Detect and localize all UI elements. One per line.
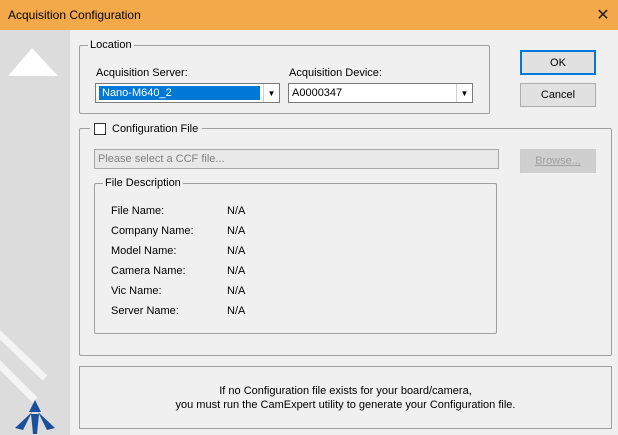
- chevron-down-icon[interactable]: ▼: [263, 84, 279, 102]
- camera-name-label: Camera Name:: [111, 265, 186, 277]
- model-name-value: N/A: [227, 245, 246, 257]
- location-legend: Location: [88, 38, 134, 52]
- file-description-legend: File Description: [103, 176, 183, 190]
- company-name-value: N/A: [227, 225, 246, 237]
- browse-button: Browse...: [520, 149, 596, 173]
- file-name-value: N/A: [227, 205, 246, 217]
- info-line-2: you must run the CamExpert utility to ge…: [175, 398, 516, 411]
- configuration-file-toggle[interactable]: Configuration File: [90, 122, 203, 136]
- vic-name-value: N/A: [227, 285, 246, 297]
- model-name-label: Model Name:: [111, 245, 177, 257]
- acquisition-server-select[interactable]: Nano-M640_2 ▼: [95, 83, 280, 103]
- close-icon[interactable]: ✕: [588, 0, 618, 30]
- acquisition-device-value: A0000347: [292, 87, 343, 99]
- server-name-label: Server Name:: [111, 305, 179, 317]
- ok-button[interactable]: OK: [520, 50, 596, 75]
- vic-name-label: Vic Name:: [111, 285, 162, 297]
- info-panel: If no Configuration file exists for your…: [79, 366, 612, 429]
- acquisition-device-label: Acquisition Device:: [289, 67, 382, 79]
- chevron-down-icon[interactable]: ▼: [456, 84, 472, 102]
- window-title: Acquisition Configuration: [8, 8, 141, 22]
- cancel-button[interactable]: Cancel: [520, 83, 596, 107]
- decorative-sidebar: [0, 30, 70, 435]
- acquisition-server-value: Nano-M640_2: [96, 84, 263, 102]
- info-line-1: If no Configuration file exists for your…: [219, 384, 472, 397]
- file-name-label: File Name:: [111, 205, 165, 217]
- acquisition-device-select[interactable]: A0000347 ▼: [288, 83, 473, 103]
- title-bar: Acquisition Configuration ✕: [0, 0, 618, 30]
- configuration-file-label: Configuration File: [112, 123, 199, 135]
- company-name-label: Company Name:: [111, 225, 194, 237]
- camera-name-value: N/A: [227, 265, 246, 277]
- sidebar-graphic: [0, 30, 70, 435]
- ccf-file-input[interactable]: Please select a CCF file...: [94, 149, 499, 169]
- dialog-body: Location Acquisition Server: Nano-M640_2…: [70, 30, 618, 435]
- configuration-file-checkbox[interactable]: [94, 123, 106, 135]
- server-name-value: N/A: [227, 305, 246, 317]
- acquisition-server-label: Acquisition Server:: [96, 67, 188, 79]
